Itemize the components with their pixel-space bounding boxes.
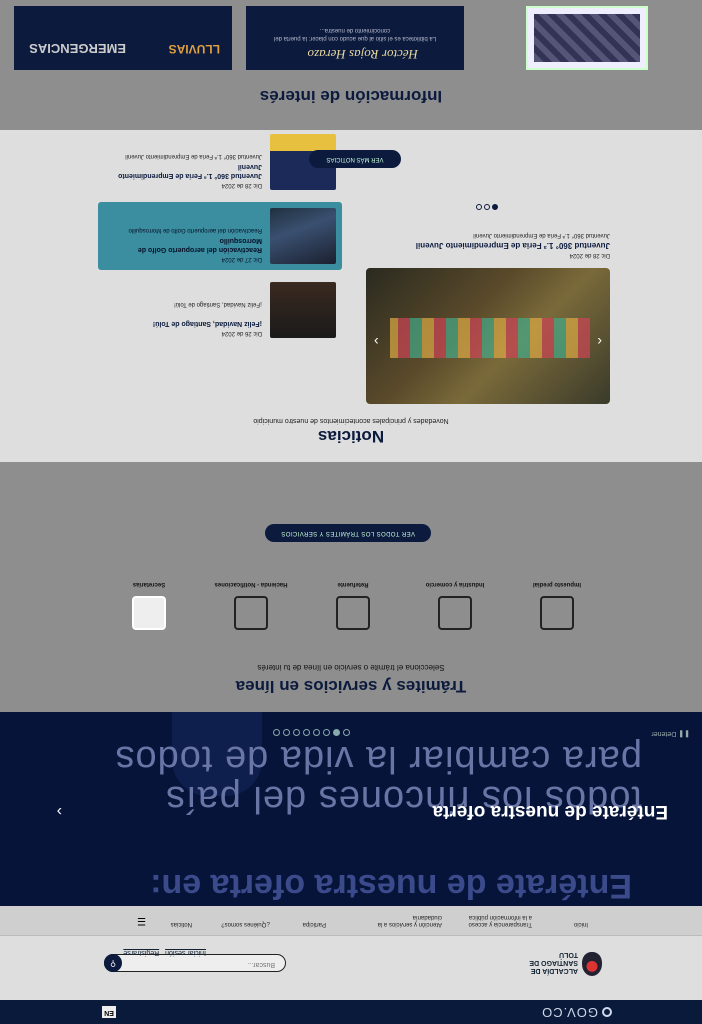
govco-logo[interactable]: GOV.CO: [541, 1005, 612, 1020]
hero-background-line-2: para cambiar la vida de todos: [114, 738, 642, 780]
calculator-icon: [336, 596, 370, 630]
hero-dot[interactable]: [343, 729, 350, 736]
nav-item-transparencia[interactable]: Transparencia y acceso a la información …: [466, 913, 532, 927]
info-section: Información de interés Héctor Rojas Hera…: [0, 0, 702, 130]
info-card-culturas[interactable]: [526, 6, 648, 70]
service-secretarias[interactable]: Secretarías: [104, 580, 194, 630]
featured-news-image[interactable]: ‹ ›: [366, 268, 610, 404]
hero-next-arrow-icon[interactable]: ›: [57, 802, 62, 820]
news-dot[interactable]: [492, 204, 498, 210]
hero-dots: [273, 729, 350, 736]
language-button[interactable]: EN: [102, 1006, 116, 1018]
hero-dot[interactable]: [323, 729, 330, 736]
search-button[interactable]: ⚲: [104, 954, 122, 972]
tramites-section: Trámites y servicios en línea Selecciona…: [0, 462, 702, 712]
info-card-image: [534, 14, 640, 62]
news-thumbnail: [270, 282, 336, 338]
service-industria-comercio[interactable]: Industria y comercio: [410, 580, 500, 630]
search-icon: ⚲: [110, 959, 116, 968]
news-item[interactable]: Dic 28 de 2024 Juventud 360° 1.ª Feria d…: [98, 128, 342, 196]
register-link[interactable]: Registrarse: [123, 949, 159, 956]
municipality-name[interactable]: ALCALDÍA DE SANTIAGO DE TOLÚ: [518, 950, 578, 974]
nav-item-atencion[interactable]: Atención y servicios a la ciudadanía: [372, 913, 442, 927]
search-box: ⚲: [104, 954, 286, 972]
news-title: Noticias: [317, 427, 385, 446]
nav-item-participa[interactable]: Participa: [303, 920, 326, 927]
municipality-shield-icon[interactable]: [582, 952, 602, 976]
hero-dot[interactable]: [283, 729, 290, 736]
news-carousel-dots: [476, 204, 498, 210]
news-subtitle: Novedades y principales acontecimientos …: [253, 417, 449, 424]
hero-carousel: Entérate de nuestra oferta en: todos los…: [0, 712, 702, 906]
gov-bar: GOV.CO EN: [0, 1000, 702, 1024]
hero-dot[interactable]: [293, 729, 300, 736]
info-card-emergencias[interactable]: EMERGENCIAS LLUVIAS: [14, 6, 232, 70]
nav-item-quienes-somos[interactable]: ¿Quiénes somos?: [221, 920, 270, 927]
house-icon: [540, 596, 574, 630]
news-thumbnail: [270, 208, 336, 264]
featured-news-date: Dic 28 de 2024: [569, 252, 610, 258]
hero-secondary-title: Entérate de nuestra oferta en:: [150, 867, 632, 905]
news-next-arrow-icon[interactable]: ›: [374, 334, 379, 350]
all-tramites-button[interactable]: VER TODOS LOS TRÁMITES Y SERVICIOS: [265, 524, 431, 542]
hero-pause-button[interactable]: ❚❚ Detener: [651, 730, 690, 738]
news-dot[interactable]: [484, 204, 490, 210]
nav-item-noticias[interactable]: Noticias: [171, 920, 192, 927]
nav-item-inicio[interactable]: Inicio: [574, 920, 588, 927]
notification-icon: [234, 596, 268, 630]
news-prev-arrow-icon[interactable]: ‹: [597, 334, 602, 350]
login-link[interactable]: Iniciar sesión: [165, 949, 206, 956]
featured-news-banner: [390, 318, 590, 358]
hero-dot[interactable]: [303, 729, 310, 736]
main-nav: Inicio Transparencia y acceso a la infor…: [0, 906, 702, 936]
info-title: Información de interés: [259, 87, 443, 106]
tramites-subtitle: Selecciona el trámite o servicio en líne…: [257, 663, 445, 672]
featured-news-description: Juventud 360° 1.ª Feria de Emprendimient…: [473, 232, 610, 238]
hero-slide-title: Entérate de nuestra oferta: [432, 801, 668, 822]
news-item-selected[interactable]: Dic 27 de 2024 Reactivación del aeropuer…: [98, 202, 342, 270]
news-section: Noticias Novedades y principales acontec…: [0, 130, 702, 462]
service-retefuente[interactable]: Retefuente: [308, 580, 398, 630]
site-header: ALCALDÍA DE SANTIAGO DE TOLÚ ⚲ Iniciar s…: [0, 936, 702, 1000]
hero-dot[interactable]: [273, 729, 280, 736]
hero-dot[interactable]: [313, 729, 320, 736]
more-news-button[interactable]: VER MÁS NOTICIAS: [309, 150, 401, 168]
sitemap-icon: [132, 596, 166, 630]
menu-icon[interactable]: ☰: [137, 915, 146, 926]
pause-icon: ❚❚: [676, 730, 690, 737]
news-dot[interactable]: [476, 204, 482, 210]
service-impuesto-predial[interactable]: Impuesto predial: [512, 580, 602, 630]
search-input[interactable]: [135, 961, 275, 968]
hero-dot[interactable]: [333, 729, 340, 736]
featured-news-title[interactable]: Juventud 360° 1.ª Feria de Emprendimient…: [416, 241, 610, 250]
govco-logo-icon: [602, 1007, 612, 1018]
account-links: Iniciar sesión Registrarse: [123, 949, 206, 956]
news-item[interactable]: Dic 26 de 2024 ¡Feliz Navidad, Santiago …: [98, 276, 342, 344]
info-card-hector-rojas[interactable]: Héctor Rojas Herazo La biblioteca es el …: [246, 6, 464, 70]
service-hacienda-notificaciones[interactable]: Hacienda - Notificaciones: [206, 580, 296, 630]
tramites-title: Trámites y servicios en línea: [235, 677, 467, 696]
store-icon: [438, 596, 472, 630]
